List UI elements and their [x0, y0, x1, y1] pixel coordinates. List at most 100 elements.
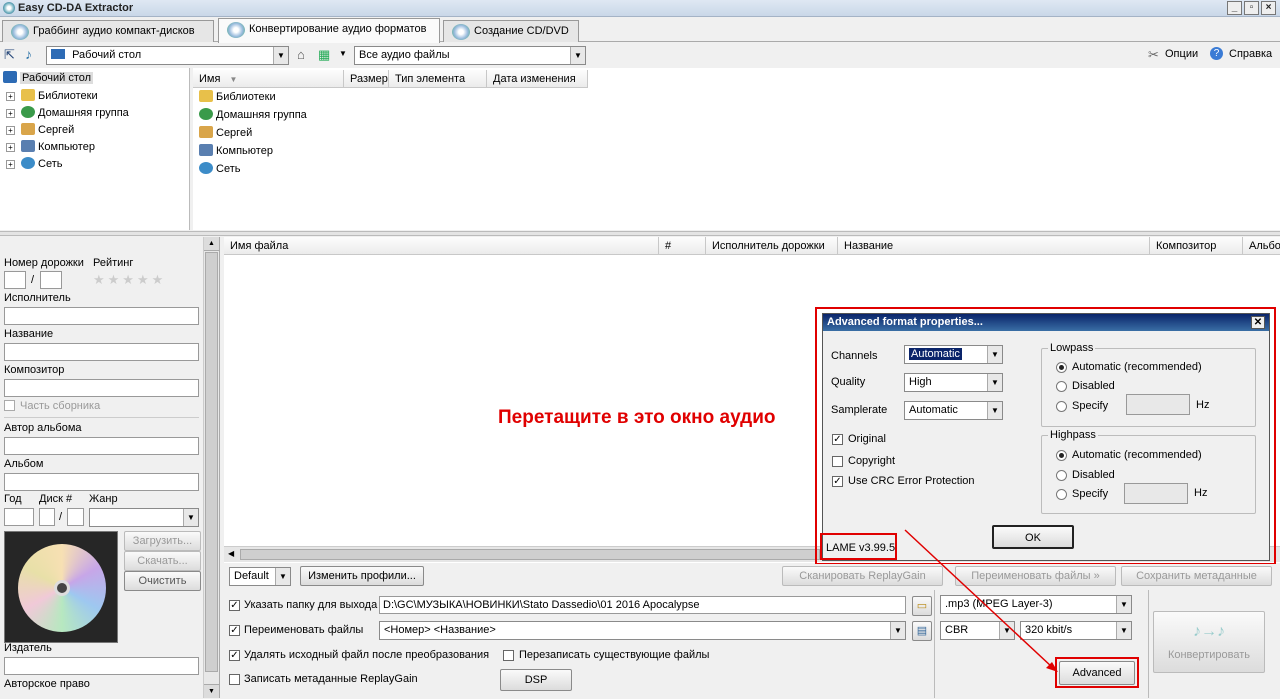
publisher-input[interactable]	[4, 657, 199, 675]
tab-cd-ripping[interactable]: Граббинг аудио компакт-дисков	[2, 20, 214, 42]
tree-root[interactable]: Рабочий стол	[3, 71, 94, 87]
profile-combo[interactable]: Default ▼	[229, 567, 291, 586]
scan-replaygain-button[interactable]: Сканировать ReplayGain	[782, 566, 943, 586]
view-mode-icon[interactable]: ▦	[318, 47, 330, 63]
list-item[interactable]: Сеть	[199, 162, 240, 178]
expand-icon[interactable]: +	[6, 109, 15, 118]
rename-pattern-combo[interactable]: <Номер> <Название> ▼	[379, 621, 906, 640]
browse-folder-icon[interactable]: ▭	[912, 596, 932, 616]
convert-button[interactable]: ♪→♪ Конвертировать	[1153, 611, 1265, 673]
filter-combo[interactable]: Все аудио файлы ▼	[354, 46, 586, 65]
clear-art-button[interactable]: Очистить	[124, 571, 201, 591]
nav-up-icon[interactable]: ⇱	[4, 47, 15, 63]
album-artist-input[interactable]	[4, 437, 199, 455]
list-item[interactable]: Библиотеки	[199, 90, 276, 106]
overwrite-checkbox[interactable]	[503, 650, 514, 661]
save-metadata-button[interactable]: Сохранить метаданные	[1121, 566, 1272, 586]
track-number-input[interactable]	[4, 271, 26, 289]
expand-icon[interactable]: +	[6, 126, 15, 135]
scroll-thumb[interactable]	[240, 549, 820, 560]
crc-checkbox[interactable]: ✓	[832, 476, 843, 487]
tools-icon: ✂	[1148, 47, 1159, 62]
output-folder-checkbox[interactable]: ✓	[229, 600, 240, 611]
file-list: Имя ▼ Размер Тип элемента Дата изменения…	[193, 68, 1280, 230]
column-composer[interactable]: Композитор	[1150, 237, 1243, 255]
lowpass-hz-input[interactable]	[1126, 394, 1190, 415]
tab-cd-dvd-burning[interactable]: Создание CD/DVD	[443, 20, 579, 42]
scroll-down-icon[interactable]: ▼	[204, 684, 219, 698]
minimize-button[interactable]: _	[1227, 1, 1242, 15]
column-modified[interactable]: Дата изменения	[487, 70, 588, 88]
album-art[interactable]	[4, 531, 118, 643]
list-item[interactable]: Компьютер	[199, 144, 273, 160]
disc-total-input[interactable]	[67, 508, 84, 526]
dsp-button[interactable]: DSP	[500, 669, 572, 691]
change-profiles-button[interactable]: Изменить профили...	[300, 566, 424, 586]
rename-files-button[interactable]: Переименовать файлы »	[955, 566, 1116, 586]
column-track-artist[interactable]: Исполнитель дорожки	[706, 237, 838, 255]
output-settings: Default ▼ Изменить профили... Сканировать…	[224, 564, 1280, 698]
bitrate-mode-value: CBR	[945, 624, 969, 636]
restore-button[interactable]: ▫	[1244, 1, 1259, 15]
scroll-up-icon[interactable]: ▲	[204, 237, 219, 251]
splitter[interactable]	[0, 231, 1280, 236]
samplerate-combo[interactable]: Automatic ▼	[904, 401, 1003, 420]
genre-combo[interactable]: ▼	[89, 508, 199, 527]
quality-combo[interactable]: High ▼	[904, 373, 1003, 392]
lowpass-disabled-radio[interactable]	[1056, 381, 1067, 392]
folder-up-icon[interactable]: ⌂	[297, 47, 305, 62]
format-combo[interactable]: .mp3 (MPEG Layer-3) ▼	[940, 595, 1132, 614]
expand-icon[interactable]: +	[6, 160, 15, 169]
ok-button[interactable]: OK	[992, 525, 1074, 549]
expand-icon[interactable]: +	[6, 92, 15, 101]
close-icon[interactable]: ✕	[1251, 316, 1265, 329]
highpass-hz-input[interactable]	[1124, 483, 1188, 504]
album-input[interactable]	[4, 473, 199, 491]
music-note-icon[interactable]: ♪	[25, 46, 32, 62]
bitrate-combo[interactable]: 320 kbit/s ▼	[1020, 621, 1132, 640]
delete-source-checkbox[interactable]: ✓	[229, 650, 240, 661]
column-size[interactable]: Размер	[344, 70, 389, 88]
list-item[interactable]: Домашняя группа	[199, 108, 307, 124]
composer-input[interactable]	[4, 379, 199, 397]
rating-stars[interactable]: ★★★★★	[93, 272, 166, 288]
column-filename[interactable]: Имя файла	[224, 237, 659, 255]
expand-icon[interactable]: +	[6, 143, 15, 152]
load-art-button[interactable]: Загрузить...	[124, 531, 201, 551]
year-input[interactable]	[4, 508, 34, 526]
lowpass-auto-radio[interactable]	[1056, 362, 1067, 373]
disc-input[interactable]	[39, 508, 55, 526]
highpass-auto-radio[interactable]	[1056, 450, 1067, 461]
list-item[interactable]: Сергей	[199, 126, 252, 142]
highpass-specify-radio[interactable]	[1056, 489, 1067, 500]
rename-files-checkbox[interactable]: ✓	[229, 625, 240, 636]
close-button[interactable]: ×	[1261, 1, 1276, 15]
pattern-editor-icon[interactable]: ▤	[912, 621, 932, 641]
scroll-thumb[interactable]	[205, 252, 218, 672]
lowpass-specify-radio[interactable]	[1056, 401, 1067, 412]
column-number[interactable]: #	[659, 237, 706, 255]
tag-panel-scrollbar[interactable]: ▲ ▼	[203, 237, 219, 698]
artist-input[interactable]	[4, 307, 199, 325]
replaygain-checkbox[interactable]	[229, 674, 240, 685]
help-button[interactable]: Справка	[1229, 48, 1272, 60]
highpass-disabled-radio[interactable]	[1056, 470, 1067, 481]
download-art-button[interactable]: Скачать...	[124, 551, 201, 571]
column-album[interactable]: Альбо	[1243, 237, 1280, 255]
bitrate-mode-combo[interactable]: CBR ▼	[940, 621, 1015, 640]
column-title[interactable]: Название	[838, 237, 1150, 255]
channels-combo[interactable]: Automatic ▼	[904, 345, 1003, 364]
location-combo[interactable]: Рабочий стол ▼	[46, 46, 289, 65]
compilation-checkbox[interactable]	[4, 400, 15, 411]
copyright-checkbox[interactable]	[832, 456, 843, 467]
scroll-left-icon[interactable]: ◀	[228, 549, 234, 558]
column-name[interactable]: Имя ▼	[193, 70, 344, 88]
tab-audio-converter[interactable]: Конвертирование аудио форматов	[218, 18, 440, 43]
options-button[interactable]: Опции	[1165, 48, 1198, 60]
column-type[interactable]: Тип элемента	[389, 70, 487, 88]
original-checkbox[interactable]: ✓	[832, 434, 843, 445]
view-dropdown-icon[interactable]: ▼	[339, 49, 347, 58]
output-folder-input[interactable]: D:\GC\МУЗЫКА\НОВИНКИ\Stato Dassedio\01 2…	[379, 596, 906, 614]
title-input[interactable]	[4, 343, 199, 361]
track-total-input[interactable]	[40, 271, 62, 289]
